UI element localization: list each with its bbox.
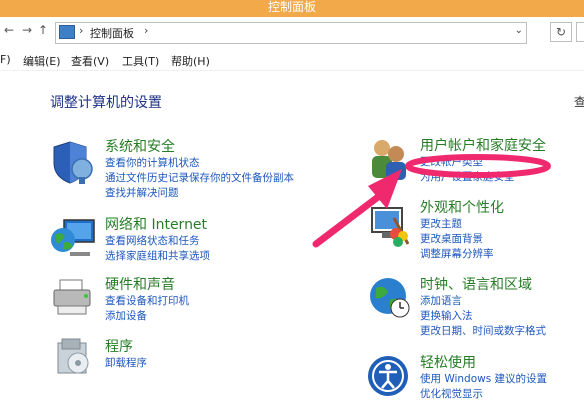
shield-icon[interactable] [48,139,96,185]
link-view-status[interactable]: 查看你的计算机状态 [105,156,294,171]
link-troubleshoot[interactable]: 查找并解决问题 [105,186,294,201]
view-by-label[interactable]: 查 [574,93,584,110]
category-clock-language: 时钟、语言和区域 添加语言 更换输入法 更改日期、时间或数字格式 [420,276,546,339]
category-ease-of-access: 轻松使用 使用 Windows 建议的设置 优化视觉显示 [420,354,547,402]
category-title[interactable]: 网络和 Internet [105,216,210,234]
ease-of-access-icon[interactable] [366,354,410,398]
link-family-safety[interactable]: 为用户设置家庭安全 [420,170,546,185]
title-bar: 控制面板 [0,0,584,17]
network-globe-icon[interactable] [48,218,98,262]
link-windows-suggested[interactable]: 使用 Windows 建议的设置 [420,372,547,387]
category-user-accounts: 用户帐户和家庭安全 更改帐户类型 为用户设置家庭安全 [420,137,546,185]
programs-icon[interactable] [52,337,96,377]
category-title[interactable]: 硬件和声音 [105,276,189,294]
link-change-theme[interactable]: 更改主题 [420,217,504,232]
link-add-language[interactable]: 添加语言 [420,294,546,309]
breadcrumb-separator[interactable]: › [79,24,83,37]
refresh-icon: ↻ [555,25,567,39]
printer-icon[interactable] [50,278,98,318]
menu-file[interactable]: F) [0,53,11,66]
link-file-history[interactable]: 通过文件历史记录保存你的文件备份副本 [105,171,294,186]
category-title[interactable]: 用户帐户和家庭安全 [420,137,546,155]
category-hardware-sound: 硬件和声音 查看设备和打印机 添加设备 [105,276,189,324]
category-appearance: 外观和个性化 更改主题 更改桌面背景 调整屏幕分辨率 [420,199,504,262]
menu-tools[interactable]: 工具(T) [122,53,159,69]
back-arrow-icon[interactable]: ← [4,23,14,37]
menu-view[interactable]: 查看(V) [71,53,109,69]
forward-arrow-icon[interactable]: → [22,23,32,37]
link-screen-resolution[interactable]: 调整屏幕分辨率 [420,247,504,262]
window-title: 控制面板 [267,0,316,14]
category-title[interactable]: 程序 [105,338,147,356]
link-devices-printers[interactable]: 查看设备和打印机 [105,294,189,309]
menu-bar: F) 编辑(E) 查看(V) 工具(T) 帮助(H) [0,50,584,71]
category-title[interactable]: 外观和个性化 [420,199,504,217]
refresh-button[interactable]: ↻ [550,22,572,42]
up-arrow-icon[interactable]: ↑ [38,23,48,37]
search-box[interactable] [576,22,584,42]
category-programs: 程序 卸载程序 [105,338,147,371]
breadcrumb-separator-end[interactable]: › [144,24,148,37]
link-add-device[interactable]: 添加设备 [105,309,189,324]
appearance-icon[interactable] [368,204,412,248]
link-optimize-display[interactable]: 优化视觉显示 [420,387,547,402]
control-panel-icon [59,25,75,39]
link-uninstall[interactable]: 卸载程序 [105,356,147,371]
page-title: 调整计算机的设置 [50,95,162,111]
category-title[interactable]: 轻松使用 [420,354,547,372]
clock-globe-icon[interactable] [368,274,412,318]
menu-help[interactable]: 帮助(H) [171,53,210,69]
link-change-account-type[interactable]: 更改帐户类型 [420,155,546,170]
category-system-security: 系统和安全 查看你的计算机状态 通过文件历史记录保存你的文件备份副本 查找并解决… [105,138,294,201]
link-date-time-format[interactable]: 更改日期、时间或数字格式 [420,324,546,339]
link-network-status[interactable]: 查看网络状态和任务 [105,234,210,249]
category-title[interactable]: 系统和安全 [105,138,294,156]
chevron-down-icon[interactable]: ⌄ [515,25,523,36]
address-bar[interactable]: › 控制面板 › ⌄ [55,22,527,44]
category-network: 网络和 Internet 查看网络状态和任务 选择家庭组和共享选项 [105,216,210,264]
link-homegroup[interactable]: 选择家庭组和共享选项 [105,249,210,264]
link-input-method[interactable]: 更换输入法 [420,309,546,324]
link-desktop-background[interactable]: 更改桌面背景 [420,232,504,247]
users-icon[interactable] [368,138,412,182]
category-title[interactable]: 时钟、语言和区域 [420,276,546,294]
menu-edit[interactable]: 编辑(E) [23,53,61,69]
breadcrumb-control-panel[interactable]: 控制面板 [90,25,134,41]
navigation-bar: ← → ↑ › 控制面板 › ⌄ [0,17,584,47]
